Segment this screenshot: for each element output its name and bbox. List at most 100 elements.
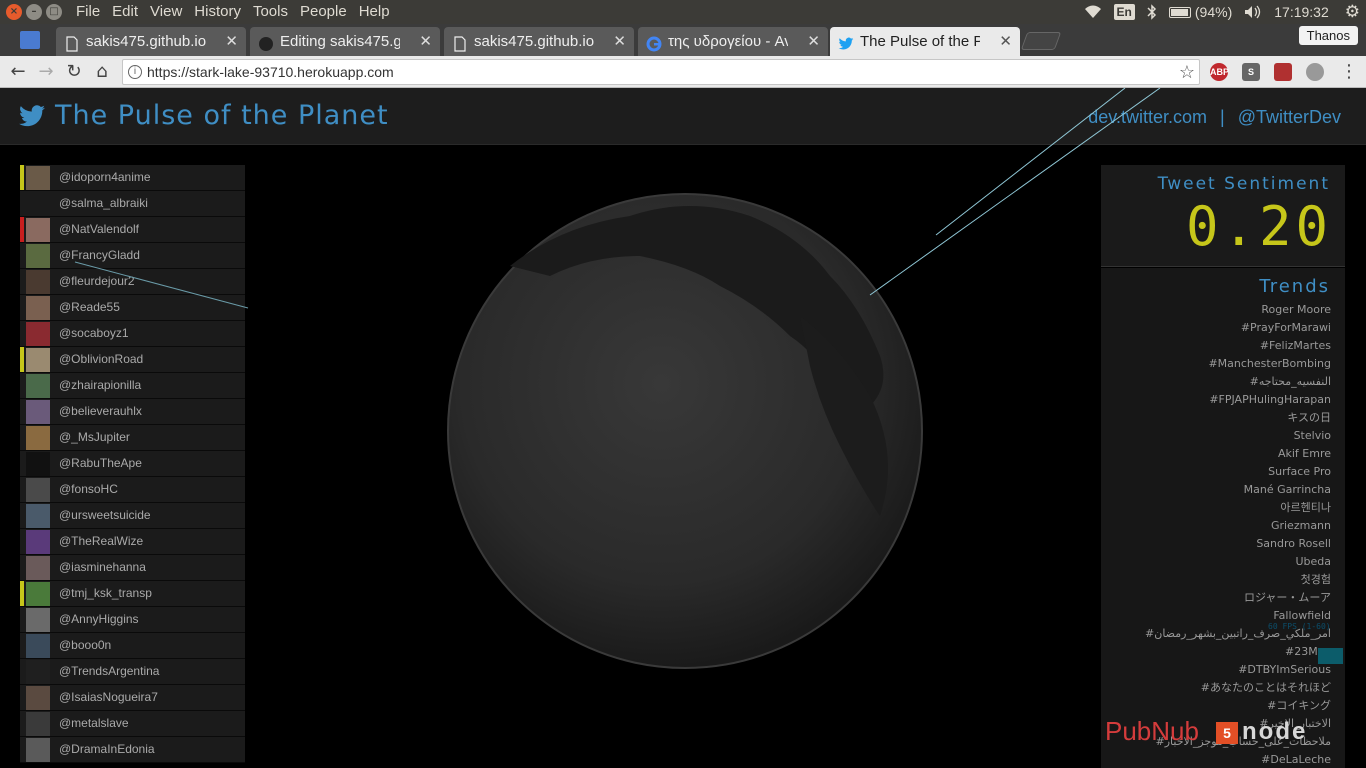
tab-close-icon[interactable]: ✕ (999, 27, 1012, 56)
trend-item[interactable]: Griezmann (1101, 517, 1331, 535)
forward-arrow-icon[interactable]: → (34, 60, 58, 84)
apps-shortcut-icon[interactable] (20, 31, 40, 49)
bluetooth-icon[interactable] (1147, 4, 1157, 20)
user-row[interactable]: @FrancyGladd (20, 243, 245, 269)
user-row[interactable]: @TrendsArgentina (20, 659, 245, 685)
user-handle[interactable]: @ursweetsuicide (59, 508, 151, 522)
user-handle[interactable]: @socaboyz1 (59, 326, 129, 340)
user-row[interactable]: @RabuTheApe (20, 451, 245, 477)
user-row[interactable]: @fonsoHC (20, 477, 245, 503)
user-row[interactable]: @IsaiasNogueira7 (20, 685, 245, 711)
user-handle[interactable]: @metalslave (59, 716, 129, 730)
clock[interactable]: 17:19:32 (1274, 4, 1329, 20)
user-row[interactable]: @iasminehanna (20, 555, 245, 581)
trend-item[interactable]: Ubeda (1101, 553, 1331, 571)
volume-icon[interactable] (1244, 5, 1262, 19)
profile-button[interactable]: Thanos (1298, 26, 1358, 45)
user-handle[interactable]: @RabuTheApe (59, 456, 142, 470)
trend-item[interactable]: Stelvio (1101, 427, 1331, 445)
user-row[interactable]: @Reade55 (20, 295, 245, 321)
user-row[interactable]: @idoporn4anime (20, 165, 245, 191)
user-row[interactable]: @salma_albraiki (20, 191, 245, 217)
menu-history[interactable]: History (188, 0, 247, 24)
window-maximize-button[interactable]: □ (46, 4, 62, 20)
user-handle[interactable]: @FrancyGladd (59, 248, 140, 262)
user-handle[interactable]: @booo0n (59, 638, 111, 652)
settings-gear-icon[interactable]: ⚙ (1345, 2, 1360, 22)
new-tab-button[interactable] (1020, 32, 1062, 50)
extension-gray-icon[interactable] (1306, 63, 1324, 81)
address-bar[interactable]: i https://stark-lake-93710.herokuapp.com… (122, 59, 1200, 85)
user-handle[interactable]: @_MsJupiter (59, 430, 130, 444)
tab-sakis475-2[interactable]: sakis475.github.io ✕ (444, 27, 634, 56)
trend-item[interactable]: #あなたのことはそれほど (1101, 679, 1331, 697)
user-handle[interactable]: @idoporn4anime (59, 170, 151, 184)
tab-close-icon[interactable]: ✕ (419, 27, 432, 56)
trend-item[interactable]: #コイキング (1101, 697, 1331, 715)
adblock-plus-icon[interactable]: ABP (1210, 63, 1229, 81)
trend-item[interactable]: Akif Emre (1101, 445, 1331, 463)
twitterdev-link[interactable]: @TwitterDev (1238, 107, 1341, 127)
user-handle[interactable]: @fleurdejour2 (59, 274, 135, 288)
tab-google-search[interactable]: της υδρογείου - Av ✕ (638, 27, 828, 56)
tab-sakis475-1[interactable]: sakis475.github.io ✕ (56, 27, 246, 56)
trend-item[interactable]: #DTBYImSerious (1101, 661, 1331, 679)
tab-close-icon[interactable]: ✕ (225, 27, 238, 56)
extension-s-icon[interactable]: S (1242, 63, 1260, 81)
user-handle[interactable]: @DramaInEdonia (59, 742, 155, 756)
trend-item[interactable]: #PrayForMarawi (1101, 319, 1331, 337)
user-handle[interactable]: @believerauhlx (59, 404, 142, 418)
user-handle[interactable]: @IsaiasNogueira7 (59, 690, 158, 704)
trend-item[interactable]: #FelizMartes (1101, 337, 1331, 355)
user-handle[interactable]: @OblivionRoad (59, 352, 143, 366)
user-row[interactable]: @AnnyHiggins (20, 607, 245, 633)
menu-people[interactable]: People (294, 0, 353, 24)
reload-icon[interactable]: ↻ (62, 60, 86, 84)
user-row[interactable]: @metalslave (20, 711, 245, 737)
trend-item[interactable]: 아르헨티나 (1101, 499, 1331, 517)
tab-pulse-of-planet[interactable]: The Pulse of the Pla ✕ (830, 27, 1020, 56)
user-row[interactable]: @zhairapionilla (20, 373, 245, 399)
menu-edit[interactable]: Edit (106, 0, 144, 24)
globe[interactable] (440, 186, 930, 676)
menu-tools[interactable]: Tools (247, 0, 294, 24)
menu-view[interactable]: View (144, 0, 188, 24)
window-close-button[interactable]: × (6, 4, 22, 20)
menu-help[interactable]: Help (353, 0, 396, 24)
tab-close-icon[interactable]: ✕ (613, 27, 626, 56)
user-row[interactable]: @booo0n (20, 633, 245, 659)
user-row[interactable]: @OblivionRoad (20, 347, 245, 373)
trend-item[interactable]: キスの日 (1101, 409, 1331, 427)
trend-item[interactable]: #ManchesterBombing (1101, 355, 1331, 373)
window-minimize-button[interactable]: – (26, 4, 42, 20)
trend-item[interactable]: #FPJAPHulingHarapan (1101, 391, 1331, 409)
user-handle[interactable]: @fonsoHC (59, 482, 118, 496)
user-handle[interactable]: @AnnyHiggins (59, 612, 139, 626)
user-row[interactable]: @_MsJupiter (20, 425, 245, 451)
user-row[interactable]: @DramaInEdonia (20, 737, 245, 763)
trend-item[interactable]: #DeLaLeche (1101, 751, 1331, 768)
user-row[interactable]: @ursweetsuicide (20, 503, 245, 529)
trend-item[interactable]: Roger Moore (1101, 301, 1331, 319)
trend-item[interactable]: Mané Garrincha (1101, 481, 1331, 499)
bookmark-star-icon[interactable]: ☆ (1179, 60, 1195, 84)
battery-indicator[interactable]: (94%) (1168, 4, 1232, 20)
wifi-icon[interactable] (1084, 5, 1102, 19)
trend-item[interactable]: 첫경험 (1101, 571, 1331, 589)
keyboard-layout-indicator[interactable]: En (1113, 4, 1135, 20)
user-handle[interactable]: @NatValendolf (59, 222, 139, 236)
trend-item[interactable]: #23May (1101, 643, 1331, 661)
user-handle[interactable]: @tmj_ksk_transp (59, 586, 152, 600)
user-row[interactable]: @fleurdejour2 (20, 269, 245, 295)
home-icon[interactable]: ⌂ (90, 60, 114, 84)
user-handle[interactable]: @iasminehanna (59, 560, 146, 574)
user-row[interactable]: @NatValendolf (20, 217, 245, 243)
tab-editing-sakis475[interactable]: Editing sakis475.git ✕ (250, 27, 440, 56)
user-handle[interactable]: @salma_albraiki (59, 196, 148, 210)
user-handle[interactable]: @zhairapionilla (59, 378, 141, 392)
user-handle[interactable]: @Reade55 (59, 300, 120, 314)
trend-item[interactable]: Sandro Rosell (1101, 535, 1331, 553)
user-row[interactable]: @TheRealWize (20, 529, 245, 555)
user-row[interactable]: @socaboyz1 (20, 321, 245, 347)
extension-red-icon[interactable] (1274, 63, 1292, 81)
